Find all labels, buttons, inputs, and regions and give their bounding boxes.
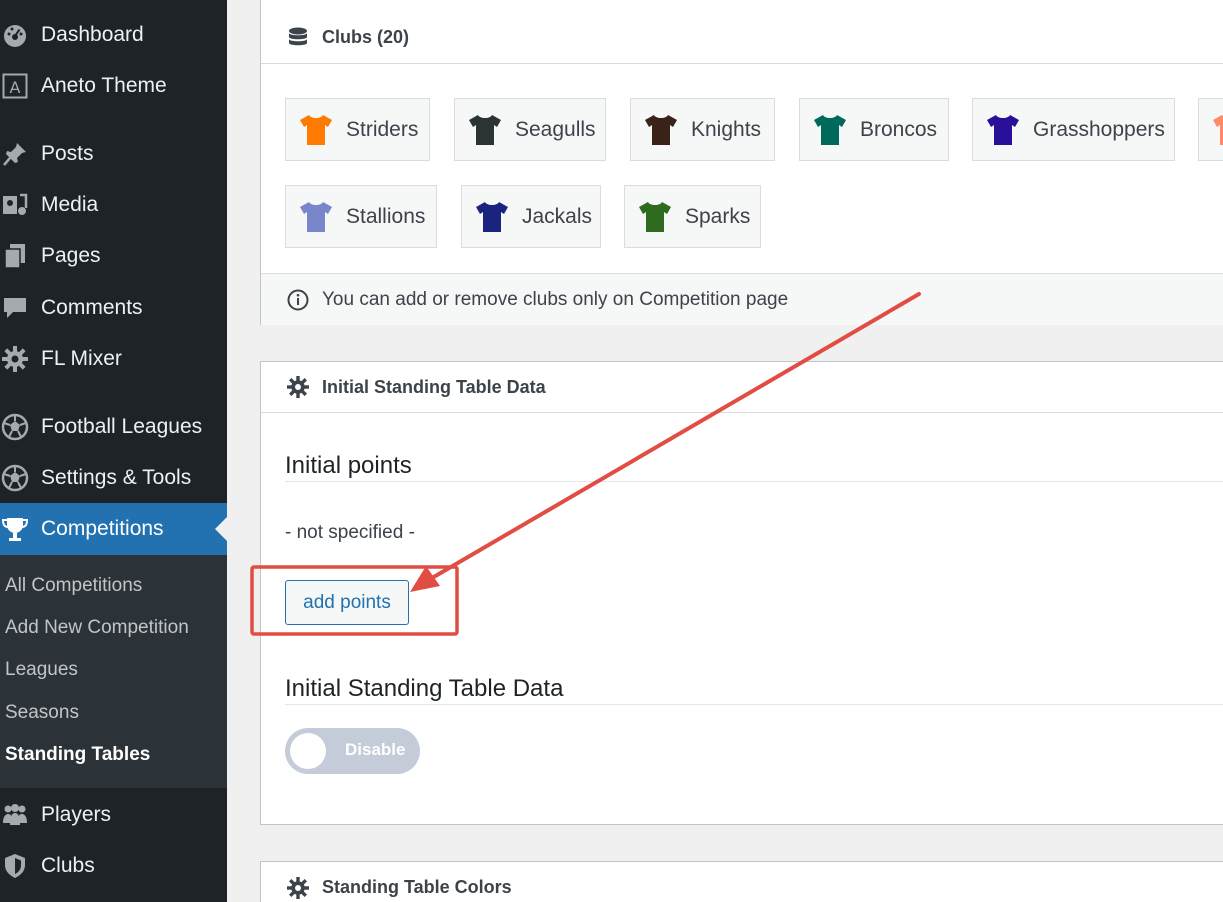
sidebar-item-label: Settings & Tools xyxy=(41,466,192,489)
standing-colors-panel-title: Standing Table Colors xyxy=(322,877,512,897)
clubs-panel-title: Clubs (20) xyxy=(322,27,410,47)
competitions-submenu: All Competitions Add New Competition Lea… xyxy=(0,555,227,788)
submenu-add-new-competition[interactable]: Add New Competition xyxy=(5,617,189,639)
pushpin-icon xyxy=(0,139,30,169)
sidebar-item-label: Competitions xyxy=(41,517,164,540)
club-name: Stallions xyxy=(346,204,426,228)
divider xyxy=(285,481,1223,482)
sidebar-item-label: Football Leagues xyxy=(41,415,203,438)
trophy-icon xyxy=(0,514,30,544)
submenu-standing-tables[interactable]: Standing Tables xyxy=(5,744,150,766)
add-points-button[interactable]: add points xyxy=(285,580,409,625)
sidebar-item-label: Players xyxy=(41,803,112,826)
club-chip-jackals: Jackals xyxy=(461,185,601,248)
club-chip-broncos: Broncos xyxy=(799,98,949,161)
soccer-ball-icon xyxy=(0,463,30,493)
pages-icon xyxy=(0,241,30,271)
initial-standing-panel-title: Initial Standing Table Data xyxy=(322,376,546,397)
sidebar-item-label: FL Mixer xyxy=(41,347,122,370)
database-icon xyxy=(287,27,309,49)
sidebar-item-label: Media xyxy=(41,193,99,216)
players-icon xyxy=(0,800,30,830)
clubs-panel-header: Clubs (20) xyxy=(261,12,1223,64)
comment-icon xyxy=(0,293,30,323)
svg-text:A: A xyxy=(10,78,21,97)
sidebar-item-fl-mixer[interactable]: FL Mixer xyxy=(0,337,227,381)
clubs-panel: Clubs (20) Striders Seagulls Knights Bro… xyxy=(260,0,1223,325)
sidebar-item-label: Pages xyxy=(41,244,101,267)
gear-icon xyxy=(0,344,30,374)
sidebar-item-competitions[interactable]: Competitions xyxy=(0,503,227,555)
divider xyxy=(285,704,1223,705)
club-name: Striders xyxy=(346,117,419,141)
tshirt-icon xyxy=(469,114,501,145)
club-chip-grasshoppers: Grasshoppers xyxy=(972,98,1175,161)
tshirt-icon xyxy=(300,201,332,232)
admin-sidebar: Dashboard A Aneto Theme Posts Media Page… xyxy=(0,0,227,902)
sidebar-item-label: Dashboard xyxy=(41,23,144,46)
points-value: - not specified - xyxy=(285,522,415,543)
club-name: Sparks xyxy=(685,204,751,228)
sidebar-item-posts[interactable]: Posts xyxy=(0,132,227,176)
initial-standing-panel-header: Initial Standing Table Data xyxy=(261,362,1223,413)
sidebar-item-settings-tools[interactable]: Settings & Tools xyxy=(0,456,227,500)
club-name: Grasshoppers xyxy=(1033,117,1165,141)
toggle-label: Disable xyxy=(345,740,406,759)
sidebar-item-football-leagues[interactable]: Football Leagues xyxy=(0,405,227,449)
tshirt-icon xyxy=(476,201,508,232)
shield-icon xyxy=(0,851,30,881)
tshirt-icon xyxy=(639,201,671,232)
sidebar-item-media[interactable]: Media xyxy=(0,183,227,227)
sidebar-item-players[interactable]: Players xyxy=(0,793,227,837)
sidebar-item-dashboard[interactable]: Dashboard xyxy=(0,13,227,57)
submenu-seasons[interactable]: Seasons xyxy=(5,702,79,724)
tshirt-icon xyxy=(814,114,846,145)
info-icon xyxy=(287,289,309,310)
initial-table-heading: Initial Standing Table Data xyxy=(285,675,564,702)
submenu-leagues[interactable]: Leagues xyxy=(5,659,78,681)
gear-icon xyxy=(287,876,309,899)
sidebar-item-label: Aneto Theme xyxy=(41,74,167,97)
club-name: Seagulls xyxy=(515,117,596,141)
standing-colors-panel: Standing Table Colors xyxy=(260,861,1223,902)
tshirt-icon xyxy=(300,114,332,145)
theme-a-icon: A xyxy=(0,71,30,101)
sidebar-item-aneto-theme[interactable]: A Aneto Theme xyxy=(0,64,227,108)
club-name: Broncos xyxy=(860,117,938,141)
sidebar-item-label: Comments xyxy=(41,296,143,319)
club-chip-sparks: Sparks xyxy=(624,185,761,248)
tshirt-icon xyxy=(1213,114,1223,145)
sidebar-item-pages[interactable]: Pages xyxy=(0,234,227,278)
notice-text: You can add or remove clubs only on Comp… xyxy=(322,288,789,310)
submenu-all-competitions[interactable]: All Competitions xyxy=(5,575,142,597)
sidebar-item-label: Posts xyxy=(41,142,94,165)
initial-standing-panel: Initial Standing Table Data Initial poin… xyxy=(260,361,1223,825)
initial-table-toggle[interactable]: Disable xyxy=(285,728,420,774)
initial-points-heading: Initial points xyxy=(285,452,412,479)
club-chip-partial xyxy=(1198,98,1223,161)
gear-icon xyxy=(287,376,309,398)
club-chip-knights: Knights xyxy=(630,98,775,161)
tshirt-icon xyxy=(987,114,1019,145)
club-chip-striders: Striders xyxy=(285,98,430,161)
dashboard-icon xyxy=(0,20,30,50)
media-icon xyxy=(0,190,30,220)
club-chip-seagulls: Seagulls xyxy=(454,98,606,161)
club-name: Knights xyxy=(691,117,762,141)
tshirt-icon xyxy=(645,114,677,145)
club-chip-stallions: Stallions xyxy=(285,185,437,248)
sidebar-item-label: Clubs xyxy=(41,854,95,877)
sidebar-item-comments[interactable]: Comments xyxy=(0,286,227,330)
sidebar-item-clubs[interactable]: Clubs xyxy=(0,844,227,888)
clubs-notice: You can add or remove clubs only on Comp… xyxy=(261,273,1223,325)
toggle-knob xyxy=(290,733,326,769)
club-name: Jackals xyxy=(522,204,593,228)
soccer-ball-icon xyxy=(0,412,30,442)
standing-colors-panel-header: Standing Table Colors xyxy=(261,862,1223,902)
